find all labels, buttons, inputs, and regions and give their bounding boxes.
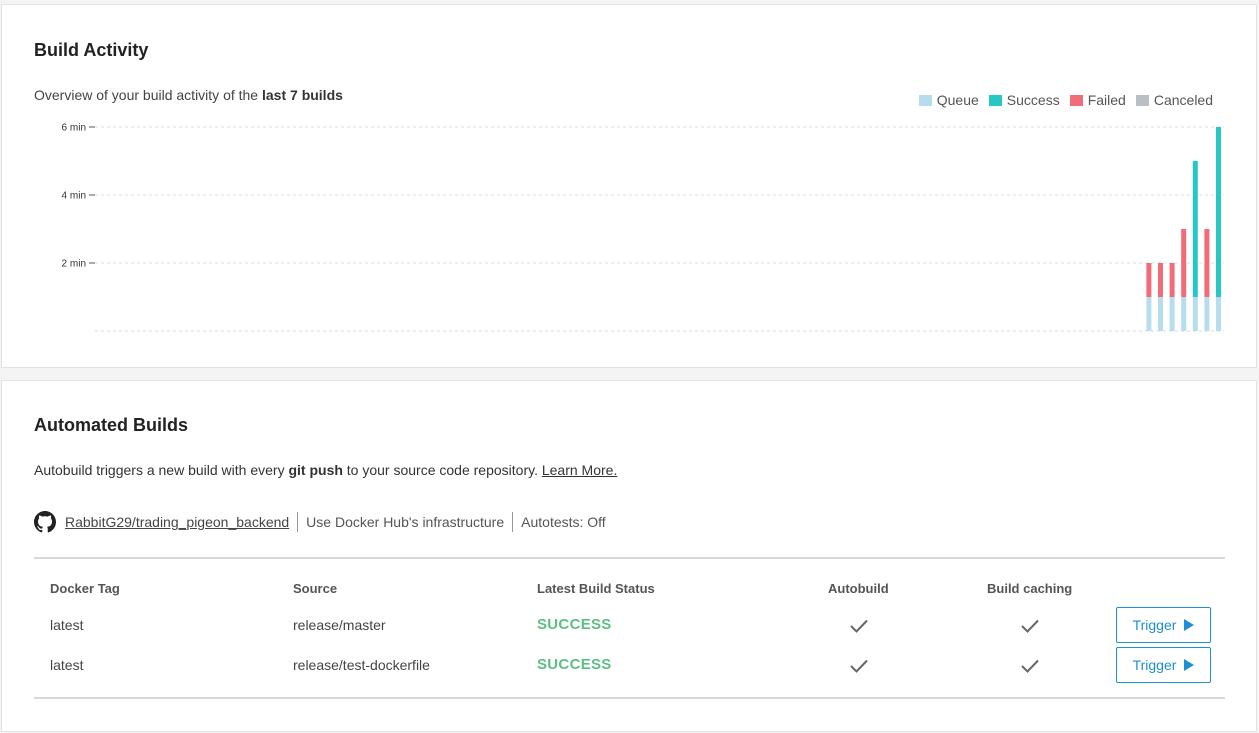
play-icon — [1184, 659, 1195, 671]
column-header-docker-tag: Docker Tag — [50, 581, 120, 596]
legend-item-canceled: Canceled — [1135, 92, 1213, 108]
build-activity-panel: Build Activity Overview of your build ac… — [1, 4, 1257, 368]
automated-builds-panel: Automated Builds Autobuild triggers a ne… — [1, 380, 1257, 732]
bar-failed[interactable] — [1146, 263, 1152, 297]
legend-label-canceled: Canceled — [1153, 92, 1213, 108]
intro-git-push: git push — [288, 462, 343, 478]
build-caching-check-icon — [1021, 659, 1039, 673]
github-icon — [34, 511, 56, 533]
source-cell: release/master — [293, 617, 386, 633]
bar-success[interactable] — [1192, 161, 1198, 297]
bar-queue[interactable] — [1204, 297, 1210, 331]
legend-swatch-success — [988, 94, 1002, 106]
divider — [297, 512, 299, 532]
autobuild-check-icon — [850, 619, 868, 633]
legend-swatch-failed — [1069, 94, 1083, 106]
subtitle-text: Overview of your build activity of the — [34, 87, 262, 103]
build-activity-title: Build Activity — [34, 40, 149, 60]
repo-link[interactable]: RabbitG29/trading_pigeon_backend — [65, 514, 289, 530]
trigger-button[interactable]: Trigger — [1116, 647, 1211, 683]
autobuild-intro: Autobuild triggers a new build with ever… — [34, 462, 617, 478]
trigger-button[interactable]: Trigger — [1116, 607, 1211, 643]
build-activity-subtitle: Overview of your build activity of the l… — [34, 87, 343, 103]
docker-tag-cell: latest — [50, 617, 84, 633]
bar-queue[interactable] — [1216, 297, 1221, 331]
chart-legend: Queue Success Failed Canceled — [918, 92, 1213, 108]
automated-builds-title: Automated Builds — [34, 415, 189, 435]
bar-failed[interactable] — [1181, 229, 1187, 297]
subtitle-emphasis: last 7 builds — [262, 87, 343, 103]
bar-failed[interactable] — [1158, 263, 1163, 297]
column-header-build-caching: Build caching — [987, 581, 1073, 596]
intro-text: Autobuild triggers a new build with ever… — [34, 462, 289, 478]
table-top-rule — [34, 557, 1225, 559]
column-header-source: Source — [293, 581, 338, 596]
intro-text-suffix: to your source code repository. — [342, 462, 542, 478]
legend-label-success: Success — [1006, 92, 1060, 108]
trigger-label: Trigger — [1132, 657, 1177, 673]
bar-queue[interactable] — [1181, 297, 1187, 331]
bar-success[interactable] — [1216, 127, 1221, 297]
repo-info-row: RabbitG29/trading_pigeon_backend Use Doc… — [34, 510, 606, 534]
autotests-label: Autotests: Off — [521, 514, 606, 530]
legend-swatch-queue — [918, 94, 932, 106]
bar-queue[interactable] — [1158, 297, 1163, 331]
column-header-autobuild: Autobuild — [828, 581, 889, 596]
bar-failed[interactable] — [1204, 229, 1210, 297]
build-activity-chart: 2 min 4 min 6 min — [62, 123, 1224, 332]
bar-queue[interactable] — [1169, 297, 1175, 331]
legend-item-failed: Failed — [1069, 92, 1126, 108]
build-caching-check-icon — [1021, 619, 1039, 633]
play-icon — [1184, 619, 1195, 631]
y-tick-label: 6 min — [62, 123, 86, 134]
docker-tag-cell: latest — [50, 657, 84, 673]
bar-failed[interactable] — [1169, 263, 1175, 297]
infrastructure-label: Use Docker Hub's infrastructure — [306, 514, 505, 530]
bar-queue[interactable] — [1192, 297, 1198, 331]
legend-item-success: Success — [988, 92, 1060, 108]
build-status-badge: SUCCESS — [537, 616, 612, 633]
legend-item-queue: Queue — [918, 92, 979, 108]
y-tick-label: 2 min — [62, 259, 86, 270]
legend-label-queue: Queue — [936, 92, 979, 108]
column-header-latest-build-status: Latest Build Status — [537, 581, 655, 596]
learn-more-link[interactable]: Learn More. — [542, 462, 617, 478]
table-bottom-rule — [34, 697, 1225, 699]
bar-queue[interactable] — [1146, 297, 1152, 331]
divider — [512, 512, 514, 532]
legend-label-failed: Failed — [1087, 92, 1126, 108]
y-tick-label: 4 min — [62, 191, 86, 202]
build-status-badge: SUCCESS — [537, 656, 612, 673]
legend-swatch-canceled — [1135, 94, 1149, 106]
autobuild-check-icon — [850, 659, 868, 673]
trigger-label: Trigger — [1132, 617, 1177, 633]
source-cell: release/test-dockerfile — [293, 657, 430, 673]
